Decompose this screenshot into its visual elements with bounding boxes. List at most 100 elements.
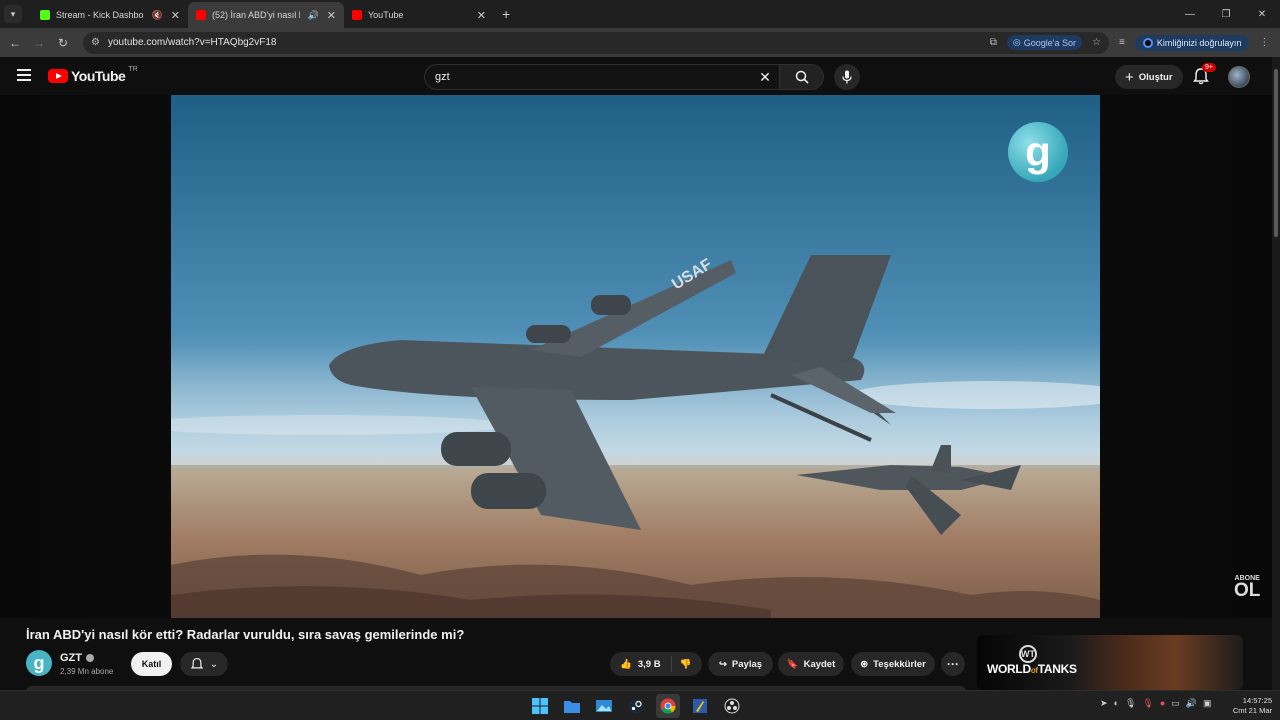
obs-icon[interactable] xyxy=(720,694,744,718)
google-ask-button[interactable]: ◎ Google'a Sor xyxy=(1006,35,1083,50)
subscription-bell-button[interactable]: ⌄ xyxy=(180,652,228,676)
tab-youtube-video[interactable]: (52) İran ABD'yi nasıl kör etti 🔊 ✕ xyxy=(188,2,344,28)
restore-icon[interactable]: ❐ xyxy=(1208,9,1244,20)
google-ask-label: Google'a Sor xyxy=(1023,37,1077,48)
close-tab-icon[interactable]: ✕ xyxy=(477,9,486,22)
muted-icon[interactable]: 🔇 xyxy=(152,10,163,21)
steam-icon[interactable] xyxy=(624,694,648,718)
join-button[interactable]: Katıl xyxy=(131,652,172,676)
tray-volume-icon[interactable]: 🔊 xyxy=(1186,698,1197,709)
reload-icon[interactable]: ↻ xyxy=(51,36,75,50)
video-scene: USAF xyxy=(171,95,1100,618)
search-button[interactable] xyxy=(779,65,823,89)
thanks-label: Teşekkürler xyxy=(873,658,926,670)
forward-icon[interactable]: → xyxy=(27,36,51,50)
notifications-button[interactable]: 9+ xyxy=(1192,63,1216,87)
app-shortcut-icon[interactable] xyxy=(688,694,712,718)
back-icon[interactable]: ← xyxy=(3,36,27,50)
tray-mic-muted-icon[interactable]: 🎙 xyxy=(1142,698,1153,709)
scrollbar-thumb[interactable] xyxy=(1274,69,1278,237)
menu-icon[interactable] xyxy=(17,69,31,81)
url-text[interactable]: youtube.com/watch?v=HTAQbg2vF18 xyxy=(108,37,980,48)
window-controls: — ❐ ✕ xyxy=(1172,0,1280,28)
share-icon: ↪ xyxy=(718,658,727,670)
youtube-icon xyxy=(352,10,362,20)
identity-label: Kimliğinizi doğrulayın xyxy=(1156,37,1242,48)
world-of-tanks-ad[interactable]: WT WORLDofTANKS xyxy=(977,635,1243,690)
minimize-icon[interactable]: — xyxy=(1172,9,1208,20)
youtube-header: YouTube TR ✕ + Oluştur 9+ xyxy=(0,57,1272,95)
channel-avatar[interactable]: g xyxy=(26,650,52,676)
chevron-down-icon: ⌄ xyxy=(209,658,219,670)
reading-list-icon[interactable]: ≡ xyxy=(1119,37,1125,48)
tab-youtube[interactable]: YouTube ✕ xyxy=(344,2,494,28)
thanks-button[interactable]: ⊛ Teşekkürler xyxy=(851,652,935,676)
youtube-wordmark: YouTube xyxy=(71,68,126,84)
create-button[interactable]: + Oluştur xyxy=(1115,65,1183,89)
subscriber-count: 2,39 Mn abone xyxy=(60,667,114,676)
voice-search-button[interactable] xyxy=(834,64,860,90)
tab-kick-dashboard[interactable]: Stream - Kick Dashboard 🔇 ✕ xyxy=(32,2,188,28)
tray-mic-icon[interactable]: 🎙 xyxy=(1125,698,1136,709)
search-input[interactable] xyxy=(425,71,751,83)
like-dislike-bar: 👍 3,9 B 👎 xyxy=(610,652,702,676)
channel-name-row[interactable]: GZT xyxy=(60,652,94,664)
clear-search-icon[interactable]: ✕ xyxy=(751,69,779,86)
tray-record-icon[interactable]: ● xyxy=(1160,698,1165,709)
youtube-logo[interactable]: YouTube TR xyxy=(48,65,138,84)
wot-emblem-icon: WT xyxy=(1019,645,1037,663)
taskbar-clock[interactable]: 14:57:25 Cmt 21 Mar xyxy=(1228,696,1272,716)
address-bar[interactable]: ⚙ youtube.com/watch?v=HTAQbg2vF18 ⧉ ◎ Go… xyxy=(83,31,1109,54)
microphone-icon xyxy=(842,70,852,84)
account-avatar[interactable] xyxy=(1228,66,1250,88)
thanks-icon: ⊛ xyxy=(860,658,869,670)
chrome-icon[interactable] xyxy=(656,694,680,718)
new-tab-button[interactable]: + xyxy=(502,6,510,22)
audio-playing-icon[interactable]: 🔊 xyxy=(308,10,319,21)
channel-name[interactable]: GZT xyxy=(60,652,82,664)
subscribe-overlay[interactable]: ABONE OL xyxy=(1234,575,1260,600)
country-code: TR xyxy=(128,65,138,73)
system-tray: ➤ ◐ 🎙 🎙 ● ▭ 🔊 ▣ xyxy=(1100,698,1212,709)
share-label: Paylaş xyxy=(731,658,763,670)
save-button[interactable]: 🔖 Kaydet xyxy=(778,652,844,676)
windows-start-icon[interactable] xyxy=(528,694,552,718)
site-info-icon[interactable]: ⚙ xyxy=(91,37,100,48)
video-frame[interactable]: USAF g xyxy=(171,95,1100,618)
close-tab-icon[interactable]: ✕ xyxy=(327,9,336,22)
save-label: Kaydet xyxy=(803,658,836,670)
gzt-watermark-logo: g xyxy=(1008,122,1068,182)
ad-brand-bottom: TANKS xyxy=(1037,662,1077,676)
tray-monitor-icon[interactable]: ▭ xyxy=(1171,698,1180,709)
cast-icon[interactable]: ⧉ xyxy=(990,37,997,48)
video-player[interactable]: USAF g xyxy=(0,95,1272,618)
tray-app-icon[interactable]: ➤ xyxy=(1100,698,1108,709)
tab-title: (52) İran ABD'yi nasıl kör etti xyxy=(212,10,300,20)
youtube-icon xyxy=(196,10,206,20)
identity-verify-button[interactable]: Kimliğinizi doğrulayın xyxy=(1134,34,1250,51)
dislike-button[interactable]: 👎 xyxy=(672,659,700,670)
youtube-play-icon xyxy=(48,69,68,83)
address-toolbar: ← → ↻ ⚙ youtube.com/watch?v=HTAQbg2vF18 … xyxy=(0,28,1280,57)
like-count: 3,9 B xyxy=(637,658,661,670)
tab-search-menu-button[interactable]: ▾ xyxy=(4,5,22,23)
ad-brand-of: of xyxy=(1030,666,1038,675)
windows-taskbar: ➤ ◐ 🎙 🎙 ● ▭ 🔊 ▣ 14:57:25 Cmt 21 Mar xyxy=(0,690,1280,720)
video-title: İran ABD'yi nasıl kör etti? Radarlar vur… xyxy=(26,627,465,642)
tray-steam-icon[interactable]: ◐ xyxy=(1114,698,1119,709)
bookmark-star-icon[interactable]: ☆ xyxy=(1092,37,1101,48)
file-explorer-icon[interactable] xyxy=(560,694,584,718)
profile-dot-icon xyxy=(1142,37,1153,48)
photos-app-icon[interactable] xyxy=(592,694,616,718)
more-actions-button[interactable]: ··· xyxy=(941,652,965,676)
page-scrollbar[interactable] xyxy=(1272,57,1280,690)
subscribe-overlay-big: OL xyxy=(1234,580,1261,601)
like-button[interactable]: 👍 3,9 B xyxy=(610,656,672,672)
close-window-icon[interactable]: ✕ xyxy=(1244,9,1280,20)
browser-tab-strip: ▾ Stream - Kick Dashboard 🔇 ✕ (52) İran … xyxy=(0,0,1280,28)
tray-display-icon[interactable]: ▣ xyxy=(1203,698,1212,709)
bell-icon xyxy=(190,657,204,669)
browser-menu-icon[interactable]: ⋮ xyxy=(1259,37,1269,48)
share-button[interactable]: ↪ Paylaş xyxy=(708,652,773,676)
close-tab-icon[interactable]: ✕ xyxy=(171,9,180,22)
